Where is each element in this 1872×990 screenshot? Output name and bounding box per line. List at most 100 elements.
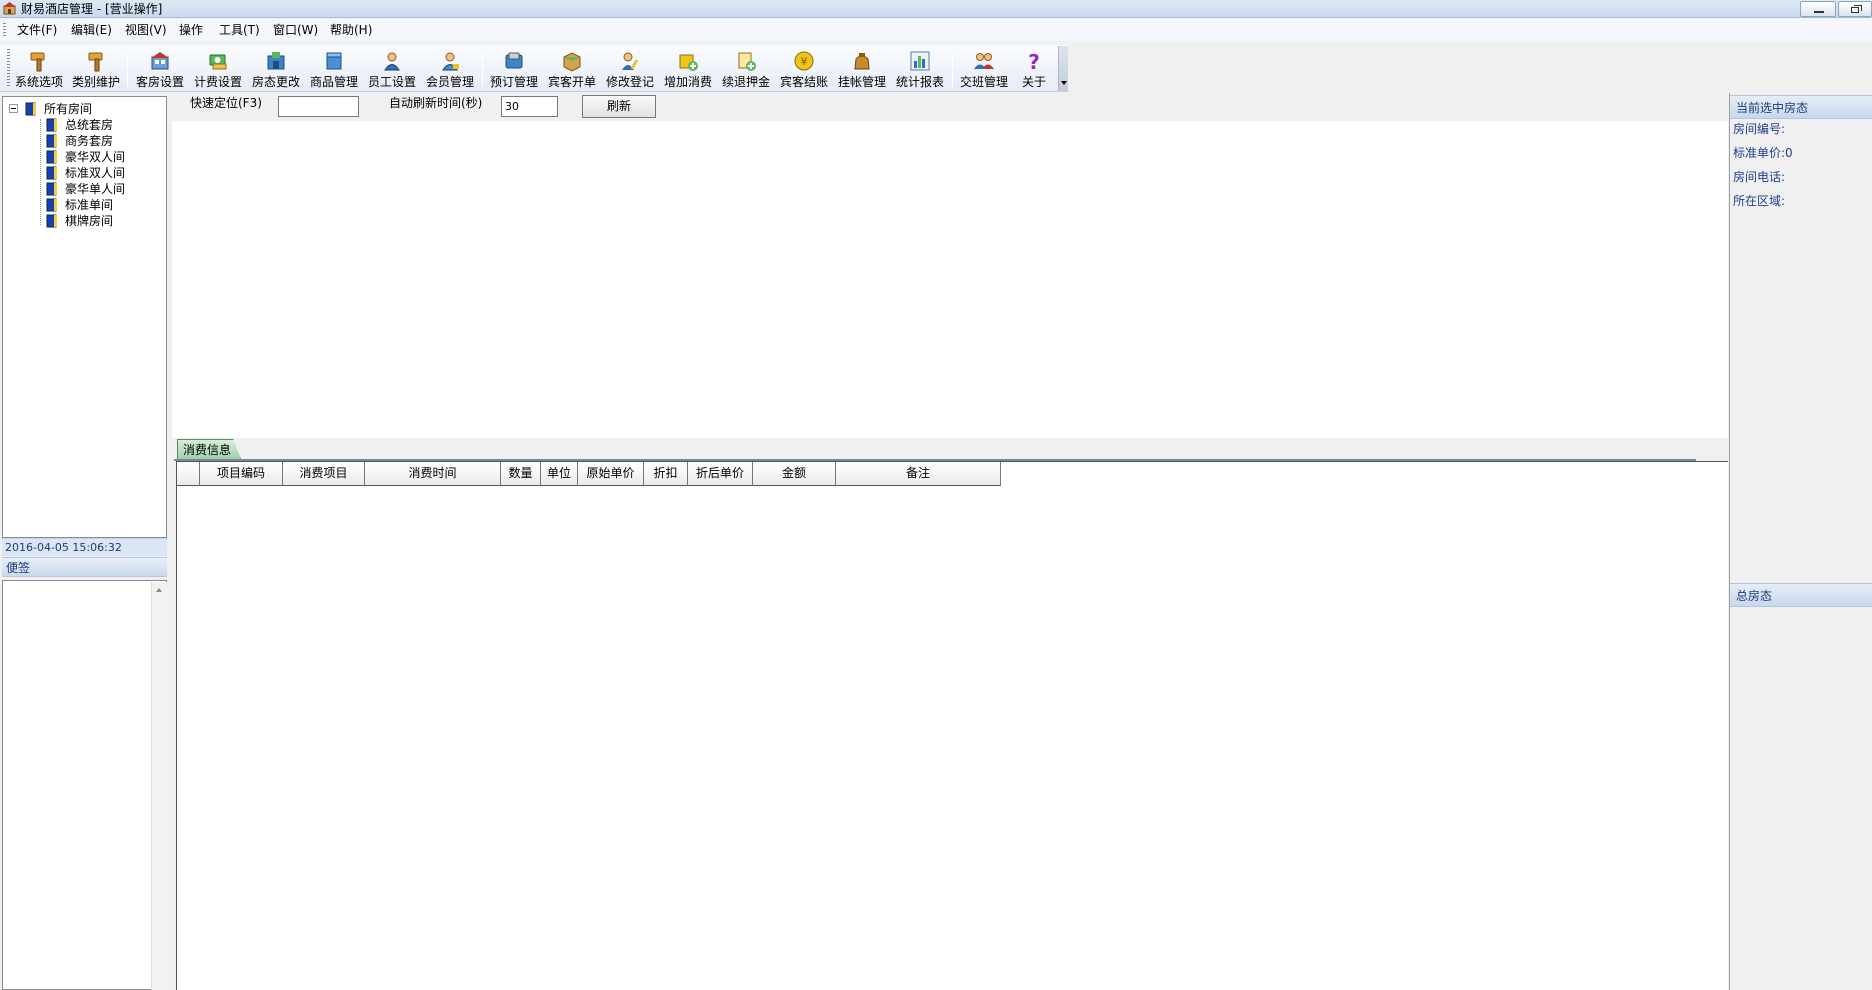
toolbar-deposit-button[interactable]: 续退押金 <box>718 47 774 91</box>
toolbar-label: 统计报表 <box>895 75 944 89</box>
app-icon <box>3 2 16 15</box>
menu-edit[interactable]: 编辑(E) <box>71 22 112 38</box>
toolbar-label: 增加消费 <box>663 75 712 89</box>
toolbar-shift-button[interactable]: 交班管理 <box>956 47 1012 91</box>
toolbar-billing-settings-button[interactable]: 计费设置 <box>190 47 246 91</box>
column-header[interactable]: 单位 <box>541 462 578 486</box>
toolbar-category-maintain-button[interactable]: 类别维护 <box>69 47 123 91</box>
title-bar: 财易酒店管理 - [营业操作] <box>0 0 1872 18</box>
room-number-field: 房间编号: <box>1733 122 1786 136</box>
toolbar-system-options-button[interactable]: 系统选项 <box>12 47 66 91</box>
column-header[interactable]: 消费时间 <box>365 462 501 486</box>
toolbar-separator <box>482 51 483 87</box>
menu-view[interactable]: 视图(V) <box>125 22 167 38</box>
minimize-button[interactable] <box>1800 1 1836 17</box>
consumption-tab-strip: 消费信息 <box>174 438 1728 460</box>
toolbar-label: 房态更改 <box>251 75 300 89</box>
book-icon <box>46 150 57 164</box>
room-settings-icon <box>151 52 169 70</box>
tab-consumption-info[interactable]: 消费信息 <box>177 439 241 459</box>
toolbar-label: 员工设置 <box>367 75 416 89</box>
column-header[interactable]: 数量 <box>501 462 541 486</box>
tree-node-label: 标准双人间 <box>65 166 126 180</box>
toolbar-label: 商品管理 <box>309 75 358 89</box>
chevron-down-icon <box>1061 81 1067 85</box>
toolbar-goods-button[interactable]: 商品管理 <box>306 47 362 91</box>
current-room-header: 当前选中房态 <box>1730 95 1872 119</box>
notes-scrollbar[interactable] <box>151 582 167 990</box>
column-header[interactable]: 原始单价 <box>578 462 644 486</box>
toolbar-separator <box>127 51 128 87</box>
window-title: 财易酒店管理 - [营业操作] <box>21 2 163 16</box>
notes-header: 便签 <box>2 557 167 577</box>
goods-icon <box>326 52 342 70</box>
book-icon <box>46 182 57 196</box>
column-header[interactable]: 项目编码 <box>200 462 283 486</box>
shift-handover-icon <box>974 53 994 69</box>
toolbar-member-button[interactable]: 会员管理 <box>422 47 478 91</box>
tree-node-label: 所有房间 <box>44 102 93 116</box>
column-header[interactable]: 折扣 <box>644 462 688 486</box>
toolbar-room-status-button[interactable]: 房态更改 <box>248 47 304 91</box>
toolbar-label: 客房设置 <box>135 75 184 89</box>
scroll-up-icon[interactable] <box>156 588 162 592</box>
toolbar-add-consumption-button[interactable]: 增加消费 <box>660 47 716 91</box>
hammer-icon <box>88 52 103 72</box>
toolbar-grip[interactable] <box>7 49 10 87</box>
column-header[interactable]: 备注 <box>836 462 1001 486</box>
toolbar-label: 系统选项 <box>14 75 63 89</box>
restore-button[interactable] <box>1838 1 1872 17</box>
staff-icon <box>384 52 400 71</box>
member-icon <box>442 52 459 71</box>
minimize-icon <box>1814 11 1824 13</box>
toolbar-booking-button[interactable]: 预订管理 <box>486 47 542 91</box>
menu-grip[interactable] <box>3 23 6 37</box>
room-status-icon <box>267 52 285 70</box>
toolbar-about-button[interactable]: ? 关于 <box>1014 47 1054 91</box>
menu-operate[interactable]: 操作 <box>179 22 203 38</box>
question-icon: ? <box>1028 50 1040 72</box>
menu-file[interactable]: 文件(F) <box>17 22 57 38</box>
room-status-area[interactable] <box>172 121 1728 438</box>
toolbar-staff-button[interactable]: 员工设置 <box>364 47 420 91</box>
toolbar-checkin-button[interactable]: 宾客开单 <box>544 47 600 91</box>
menu-help[interactable]: 帮助(H) <box>330 22 372 38</box>
book-icon <box>46 118 57 132</box>
current-room-title: 当前选中房态 <box>1736 101 1809 115</box>
toolbar-report-button[interactable]: 统计报表 <box>892 47 948 91</box>
toolbar-label: 挂帐管理 <box>837 75 886 89</box>
consumption-grid[interactable]: 项目编码 消费项目 消费时间 数量 单位 原始单价 折扣 折后单价 金额 备注 <box>176 461 1728 990</box>
toolbar-room-settings-button[interactable]: 客房设置 <box>132 47 188 91</box>
tree-node-label: 标准单间 <box>65 198 114 212</box>
book-icon <box>46 166 57 180</box>
toolbar-label: 会员管理 <box>425 75 474 89</box>
current-datetime: 2016-04-05 15:06:32 <box>5 541 122 554</box>
toolbar-label: 类别维护 <box>71 75 120 89</box>
toolbar-label: 宾客开单 <box>547 75 596 89</box>
book-icon <box>46 198 57 212</box>
svg-text:?: ? <box>1028 50 1040 72</box>
auto-refresh-input[interactable]: 30 <box>501 96 558 117</box>
toolbar-overflow-button[interactable] <box>1058 46 1068 91</box>
tab-label: 消费信息 <box>183 443 232 457</box>
tree-node-label: 豪华单人间 <box>65 182 126 196</box>
book-icon <box>46 214 57 228</box>
menu-window[interactable]: 窗口(W) <box>273 22 318 38</box>
toolbar-label: 关于 <box>1021 75 1046 89</box>
notes-title: 便签 <box>6 561 31 575</box>
toolbar-checkout-button[interactable]: ¥ 宾客结账 <box>776 47 832 91</box>
column-header[interactable]: 消费项目 <box>283 462 365 486</box>
refresh-button[interactable]: 刷新 <box>582 95 656 118</box>
column-header[interactable]: 金额 <box>753 462 836 486</box>
column-header[interactable]: 折后单价 <box>688 462 753 486</box>
quick-locate-input[interactable] <box>278 96 359 117</box>
menu-tools[interactable]: 工具(T) <box>219 22 260 38</box>
svg-text:¥: ¥ <box>801 55 808 68</box>
toolbar-label: 修改登记 <box>605 75 654 89</box>
notes-textarea[interactable] <box>2 580 167 990</box>
toolbar-edit-registration-button[interactable]: 修改登记 <box>602 47 658 91</box>
toolbar-credit-button[interactable]: 挂帐管理 <box>834 47 890 91</box>
hammer-icon <box>30 52 45 72</box>
quick-locate-label: 快速定位(F3) <box>190 96 262 110</box>
tree-collapse-toggle[interactable] <box>9 104 18 113</box>
